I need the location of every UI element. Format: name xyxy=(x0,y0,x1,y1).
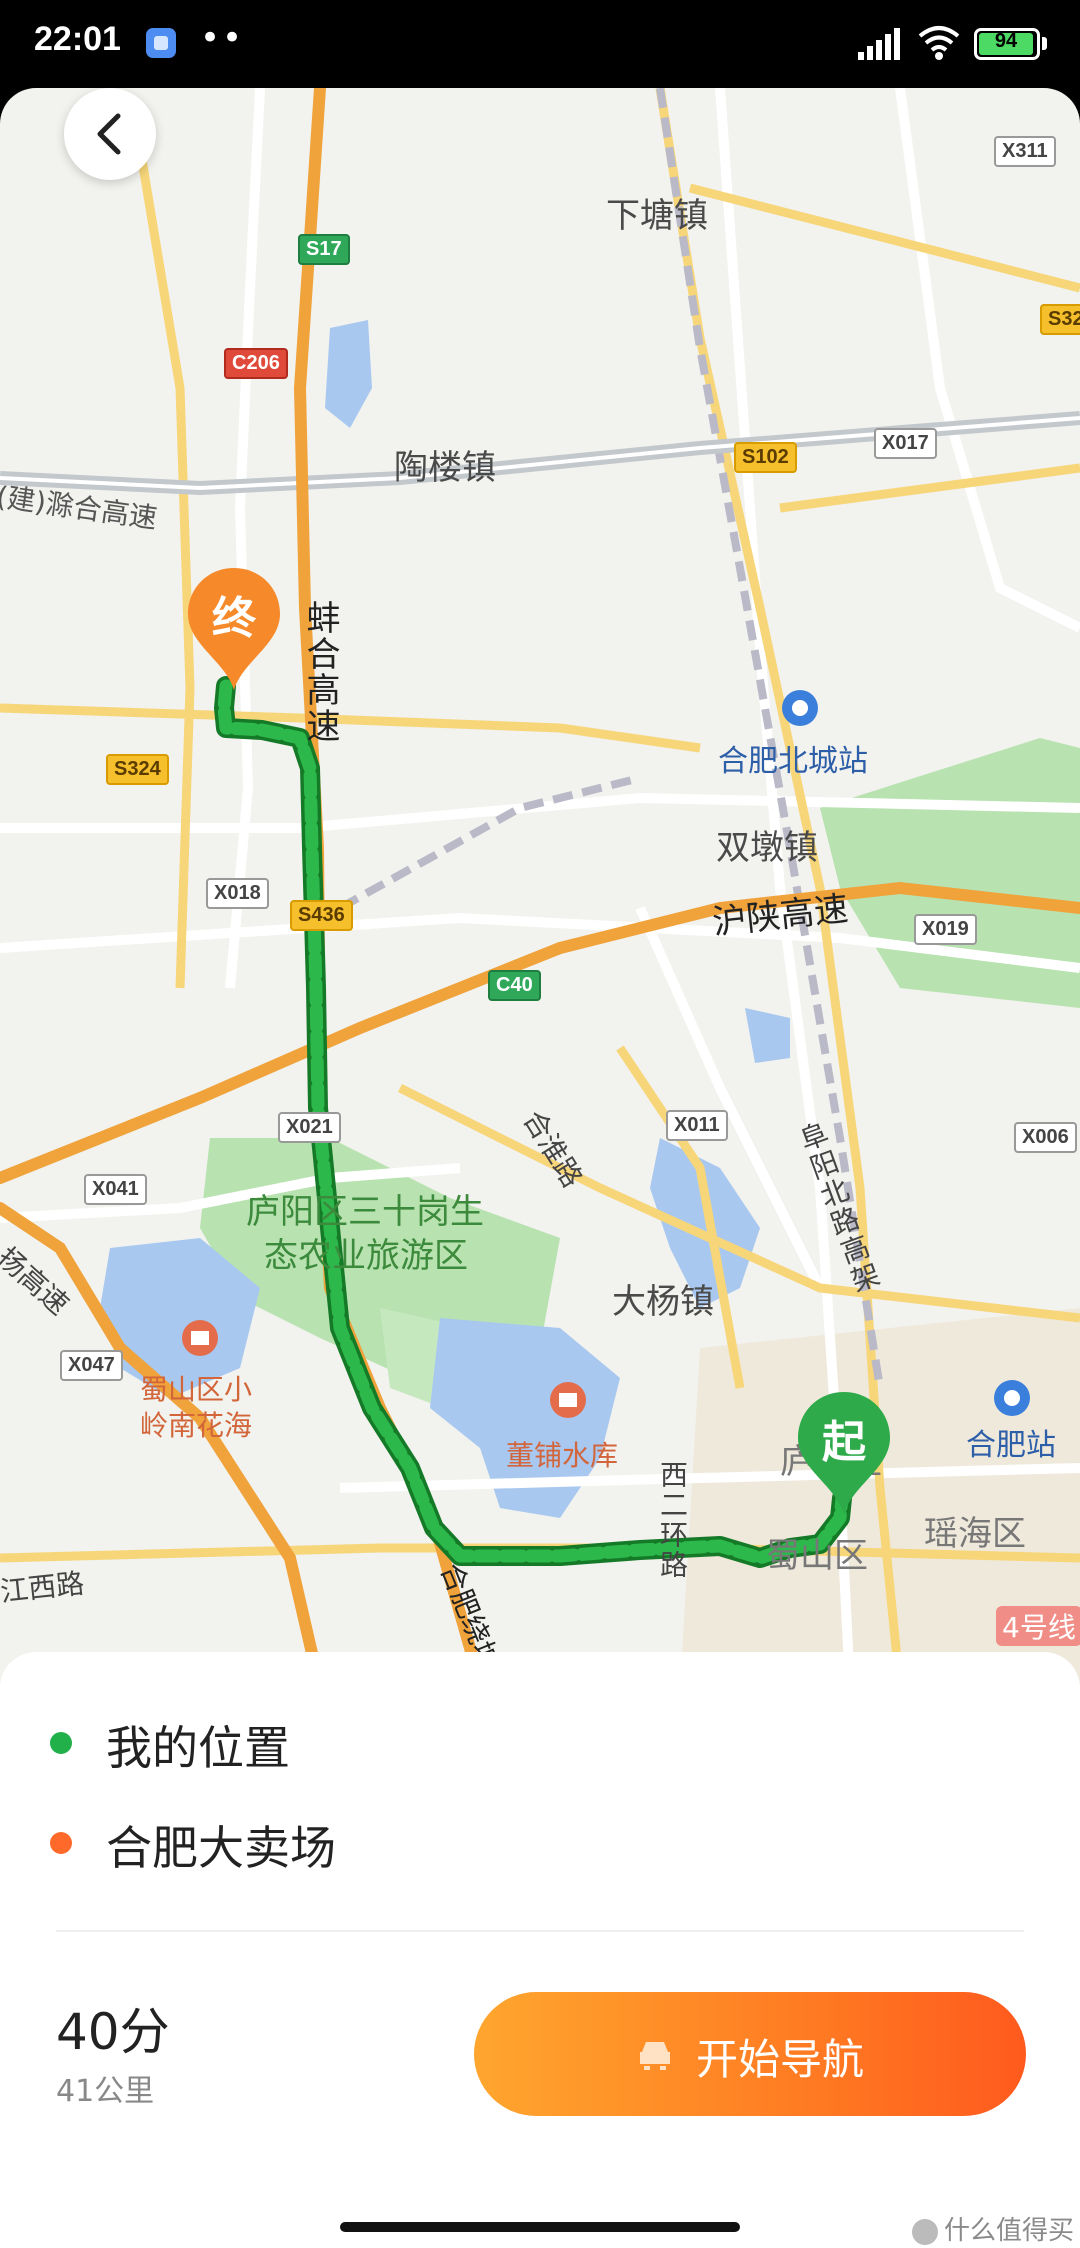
status-bar: 22:01 •• 94 xyxy=(0,0,1080,88)
start-navigation-label: 开始导航 xyxy=(696,2035,865,2084)
map-label-luyang-zone-line1: 庐阳区三十岗生 xyxy=(246,1192,484,1232)
wifi-icon xyxy=(918,26,960,60)
road-shield-s32: S32 xyxy=(1040,304,1080,335)
map-label-hefei-north-station: 合肥北城站 xyxy=(718,744,868,779)
road-shield-x019: X019 xyxy=(914,914,977,945)
map-label-taolou: 陶楼镇 xyxy=(394,448,496,488)
road-shield-x018: X018 xyxy=(206,878,269,909)
road-shield-x021: X021 xyxy=(278,1112,341,1143)
map-label-dayang: 大杨镇 xyxy=(612,1282,714,1322)
map-label-yaohai: 瑶海区 xyxy=(924,1514,1026,1554)
road-shield-s17: S17 xyxy=(298,234,350,265)
map-label-banghe-expressway: 蚌合高速 xyxy=(300,600,340,744)
map-label-hefei-station: 合肥站 xyxy=(966,1428,1056,1463)
car-icon xyxy=(640,2042,670,2070)
origin-marker-label: 起 xyxy=(822,1417,866,1468)
destination-marker-label: 终 xyxy=(212,593,256,644)
chevron-left-icon xyxy=(97,113,121,155)
battery-icon: 94 xyxy=(974,28,1040,60)
road-shield-s324: S324 xyxy=(106,754,169,785)
divider xyxy=(56,1930,1024,1932)
home-indicator[interactable] xyxy=(340,2222,740,2232)
status-time: 22:01 xyxy=(34,20,121,58)
map-label-shushan-line1: 蜀山区小 xyxy=(140,1373,253,1406)
cellular-signal-icon xyxy=(858,28,900,60)
road-shield-s102: S102 xyxy=(734,442,797,473)
map-label-luyang-zone-line2: 态农业旅游区 xyxy=(264,1236,468,1276)
road-shield-x011: X011 xyxy=(666,1110,728,1141)
map-label-xierhuan-road: 西二环路 xyxy=(656,1460,689,1580)
road-shield-x047: X047 xyxy=(60,1350,123,1381)
road-shield-x041: X041 xyxy=(84,1174,147,1205)
origin-marker[interactable]: 起 xyxy=(796,1390,892,1520)
origin-dot-icon xyxy=(50,1732,72,1754)
route-map[interactable]: 下塘镇 陶楼镇 (建)滁合高速 蚌合高速 合肥北城站 双墩镇 沪陕高速 合淮路 … xyxy=(0,88,1080,1688)
watermark: 什么值得买 xyxy=(912,2210,1074,2247)
origin-text: 我的位置 xyxy=(106,1721,290,1775)
road-shield-s436: S436 xyxy=(290,900,353,931)
road-shield-c40: C40 xyxy=(488,970,541,1001)
road-shield-x006: X006 xyxy=(1014,1122,1077,1153)
destination-text: 合肥大卖场 xyxy=(106,1821,336,1875)
map-label-shushan-district: 蜀山区 xyxy=(766,1536,868,1576)
trip-distance: 41公里 xyxy=(56,2074,155,2109)
more-notifications-icon: •• xyxy=(200,18,245,58)
map-label-shuangdun: 双墩镇 xyxy=(716,828,818,868)
watermark-logo-icon xyxy=(912,2218,938,2245)
watermark-text: 什么值得买 xyxy=(944,2216,1075,2246)
map-label-dongpu-reservoir: 董铺水库 xyxy=(506,1439,619,1472)
app-notification-icon xyxy=(146,28,176,58)
map-label-xiatang: 下塘镇 xyxy=(606,196,708,236)
back-button[interactable] xyxy=(64,88,156,180)
road-shield-c206: C206 xyxy=(224,348,288,379)
road-shield-x017: X017 xyxy=(874,428,937,459)
start-navigation-button[interactable]: 开始导航 xyxy=(474,1992,1026,2116)
destination-marker[interactable]: 终 xyxy=(186,566,282,696)
map-label-metro-line4: 4号线 xyxy=(996,1606,1080,1646)
route-sheet: 我的位置 合肥大卖场 40分 41公里 开始导航 xyxy=(0,1652,1080,2248)
trip-duration: 40分 xyxy=(56,2003,170,2061)
road-shield-x311: X311 xyxy=(994,136,1056,167)
destination-dot-icon xyxy=(50,1832,72,1854)
battery-level: 94 xyxy=(994,30,1018,52)
map-label-shushan-line2: 岭南花海 xyxy=(140,1409,253,1442)
